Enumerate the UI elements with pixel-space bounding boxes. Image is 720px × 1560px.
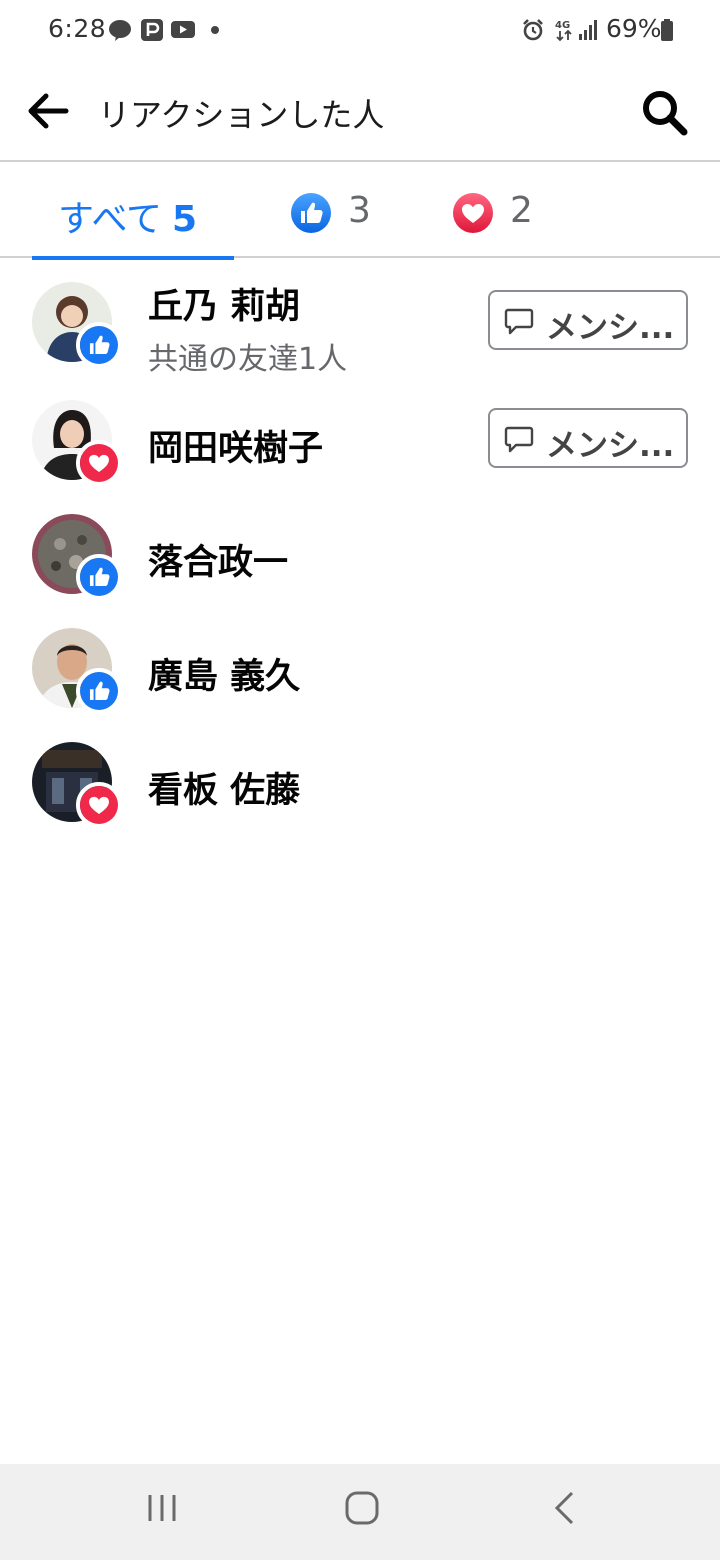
like-reaction-icon	[291, 193, 331, 233]
person-name[interactable]: 丘乃 莉胡	[148, 278, 300, 329]
youtube-icon	[170, 18, 196, 46]
like-badge-icon	[76, 668, 122, 714]
like-badge-icon	[76, 322, 122, 368]
alarm-icon	[521, 18, 545, 46]
svg-text:4G: 4G	[555, 20, 570, 31]
speech-bubble-icon	[504, 426, 534, 453]
tab-all-label-group: すべて 5	[58, 190, 197, 242]
tab-love-count: 2	[510, 190, 533, 231]
list-item[interactable]: 落合政一	[0, 500, 720, 616]
signal-icon	[578, 18, 600, 46]
status-time: 6:28	[48, 14, 107, 43]
message-button[interactable]: メンシ...	[488, 290, 688, 350]
tab-all-label: すべて	[58, 199, 163, 240]
battery-icon	[660, 18, 674, 46]
tab-like-count: 3	[348, 190, 371, 231]
home-icon	[345, 1491, 379, 1525]
battery-percent: 69%	[606, 14, 662, 43]
page-title: リアクションした人	[98, 96, 385, 134]
chevron-left-icon	[554, 1491, 574, 1525]
person-name[interactable]: 廣島 義久	[148, 648, 300, 699]
line-app-icon	[108, 18, 132, 46]
list-item[interactable]: 岡田咲樹子 メンシ...	[0, 386, 720, 502]
person-name[interactable]: 岡田咲樹子	[148, 420, 323, 471]
system-back-button[interactable]	[550, 1490, 578, 1526]
tab-like[interactable]: 3	[290, 164, 390, 258]
mutual-friends: 共通の友達1人	[148, 342, 348, 377]
app-header: リアクションした人	[0, 60, 720, 162]
search-icon	[643, 91, 688, 136]
recent-apps-icon	[148, 1495, 176, 1521]
love-badge-icon	[76, 440, 122, 486]
message-button[interactable]: メンシ...	[488, 408, 688, 468]
paypay-icon	[140, 18, 164, 46]
back-arrow-icon	[28, 93, 69, 129]
list-item[interactable]: 丘乃 莉胡 共通の友達1人 メンシ...	[0, 268, 720, 384]
reaction-tabs: すべて 5 3 2	[0, 164, 720, 260]
message-button-label: メンシ...	[546, 310, 675, 346]
like-badge-icon	[76, 554, 122, 600]
back-button[interactable]	[22, 88, 74, 134]
tab-all[interactable]: すべて 5	[32, 164, 234, 260]
speech-bubble-icon	[504, 308, 534, 335]
active-tab-indicator	[32, 256, 234, 260]
search-button[interactable]	[640, 88, 690, 138]
love-badge-icon	[76, 782, 122, 828]
list-item[interactable]: 廣島 義久	[0, 614, 720, 730]
list-item[interactable]: 看板 佐藤	[0, 728, 720, 844]
system-navigation-bar	[0, 1464, 720, 1560]
network-4g-icon: 4G	[554, 18, 576, 46]
status-bar: 6:28 4G 69%	[0, 0, 720, 60]
notification-dot	[211, 26, 219, 34]
love-reaction-icon	[453, 193, 493, 233]
person-name[interactable]: 看板 佐藤	[148, 762, 300, 813]
tab-all-count: 5	[172, 199, 198, 240]
message-button-label: メンシ...	[546, 428, 675, 464]
tab-love[interactable]: 2	[452, 164, 552, 258]
home-button[interactable]	[344, 1490, 380, 1526]
person-name[interactable]: 落合政一	[148, 534, 288, 585]
recent-apps-button[interactable]	[146, 1492, 178, 1524]
